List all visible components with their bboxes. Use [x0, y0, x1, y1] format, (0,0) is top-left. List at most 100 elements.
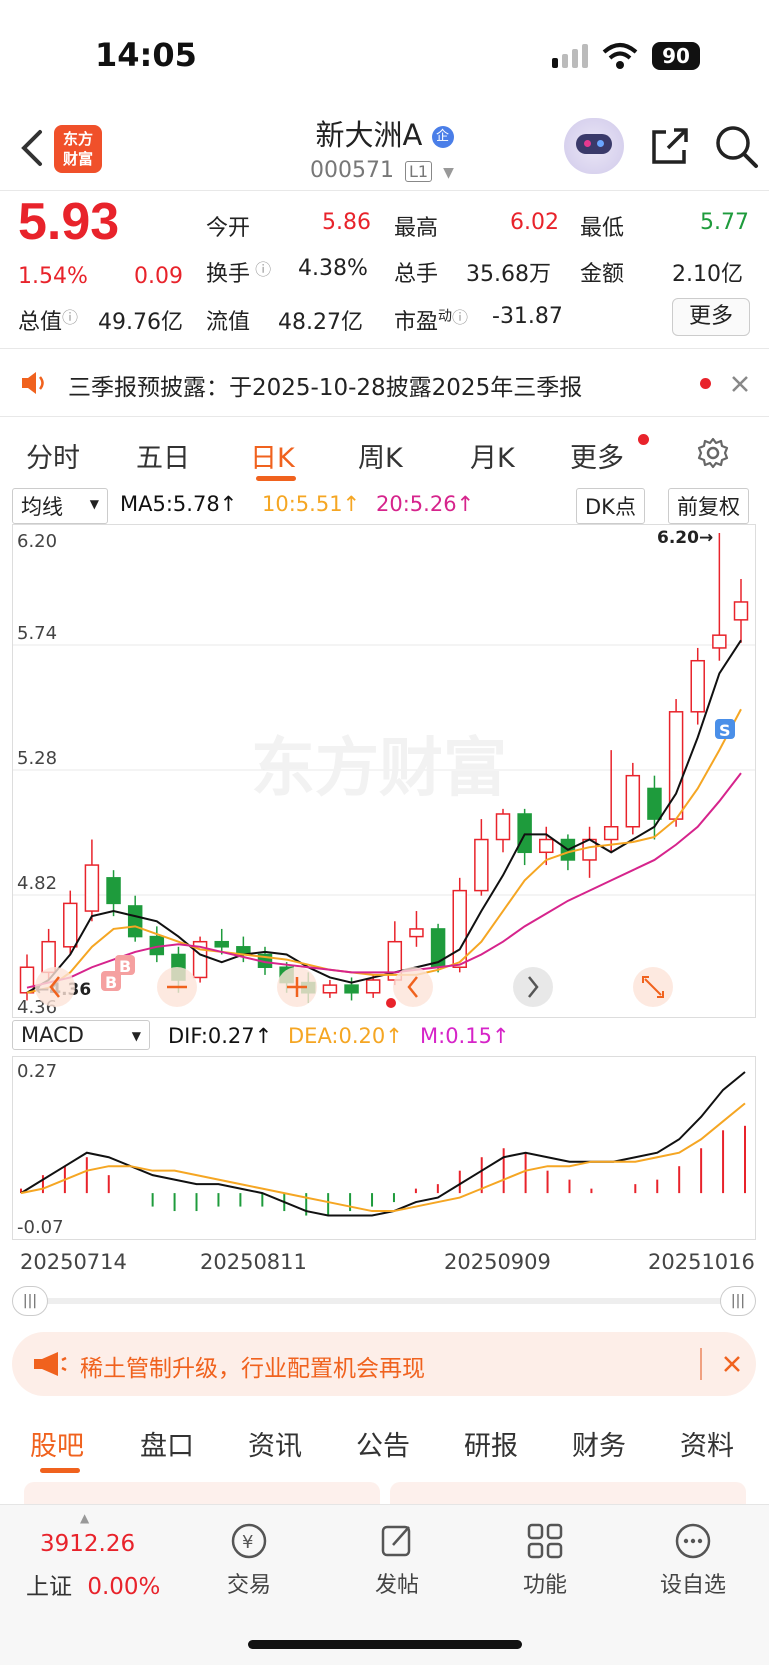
candle-body — [712, 634, 727, 649]
tab-more[interactable]: 更多 — [570, 436, 624, 475]
period-tabs: 分时 五日 日K 周K 月K 更多 — [0, 424, 769, 484]
notice-bar[interactable]: 三季报预披露：于2025-10-28披露2025年三季报 — [0, 352, 769, 414]
chart-watermark: 东方财富 — [251, 732, 507, 806]
range-slider[interactable]: ||| ||| — [12, 1286, 756, 1316]
pe-superscript: 动 — [438, 308, 453, 325]
ma10-label: 10:5.51↑ — [262, 492, 361, 516]
macd-select[interactable]: MACD ▼ — [12, 1020, 150, 1050]
candle-body — [106, 877, 121, 905]
candle-body — [344, 984, 359, 994]
turnover-value: 4.38% — [298, 256, 368, 281]
more-button[interactable]: 更多 — [672, 298, 750, 336]
stock-name: 新大洲A — [315, 118, 423, 152]
dea-label: DEA:0.20↑ — [288, 1024, 403, 1048]
candle-body — [127, 905, 143, 938]
dk-point-button[interactable]: DK点 — [576, 488, 645, 524]
adjust-button[interactable]: 前复权 — [668, 488, 749, 524]
share-icon[interactable] — [648, 126, 690, 168]
info-icon[interactable]: ⓘ — [452, 308, 468, 327]
volume-label: 总手 — [394, 262, 439, 287]
macd-y-tick: -0.07 — [17, 1217, 64, 1238]
date-tick: 20251016 — [648, 1250, 755, 1274]
ma-select[interactable]: 均线 ▼ — [12, 488, 108, 524]
yen-circle-icon: ¥ — [231, 1523, 267, 1559]
expand-up-icon[interactable]: ▲ — [80, 1511, 89, 1525]
svg-text:B: B — [105, 973, 117, 992]
candle-body — [409, 928, 424, 938]
candle-body — [365, 979, 381, 994]
fullscreen-icon[interactable] — [633, 967, 673, 1007]
date-tick: 20250714 — [20, 1250, 127, 1274]
tab-research[interactable]: 研报 — [464, 1424, 518, 1463]
high-value: 6.02 — [510, 210, 559, 235]
sell-marker[interactable]: S — [715, 719, 735, 740]
kline-chart[interactable]: 东方财富 6.20 5.74 5.28 4.82 4.36 6.20→ ←4.3… — [12, 524, 756, 1018]
tab-weekly-k[interactable]: 周K — [358, 436, 403, 475]
dif-label: DIF:0.27↑ — [168, 1024, 273, 1048]
post-button[interactable]: 发帖 — [342, 1521, 452, 1599]
tab-financials[interactable]: 财务 — [572, 1424, 626, 1463]
candle-body — [495, 813, 511, 841]
dropdown-arrow-icon: ▼ — [443, 165, 454, 181]
macd-chart[interactable]: 0.27 -0.07 — [12, 1056, 756, 1240]
assistant-avatar[interactable] — [564, 118, 624, 174]
tab-intraday[interactable]: 分时 — [26, 436, 80, 475]
candle-body — [322, 984, 338, 994]
function-button[interactable]: 功能 — [490, 1521, 600, 1599]
settings-gear-icon[interactable] — [696, 436, 730, 470]
trade-button[interactable]: ¥ 交易 — [194, 1521, 304, 1599]
svg-text:S: S — [719, 721, 731, 740]
enterprise-badge-icon: 企 — [431, 126, 454, 148]
zoom-out-button[interactable] — [157, 967, 197, 1007]
content-tabs: 股吧 盘口 资讯 公告 研报 财务 资料 — [0, 1410, 769, 1476]
slider-left-handle[interactable]: ||| — [12, 1286, 48, 1316]
tab-monthly-k[interactable]: 月K — [470, 436, 515, 475]
tab-news[interactable]: 资讯 — [248, 1424, 302, 1463]
active-tab-underline — [256, 476, 296, 481]
candle-body — [647, 787, 662, 820]
tab-profile[interactable]: 资料 — [680, 1424, 734, 1463]
promo-banner[interactable]: 稀土管制升级，行业配置机会再现 — [12, 1332, 756, 1396]
total-mv-label: 总值ⓘ — [18, 308, 79, 335]
tab-order-book[interactable]: 盘口 — [140, 1424, 194, 1463]
grid-icon — [527, 1523, 563, 1559]
svg-text:¥: ¥ — [242, 1532, 253, 1553]
candle-body — [690, 659, 705, 713]
candle-body — [63, 902, 78, 948]
tab-daily-k[interactable]: 日K — [250, 436, 295, 475]
candle-body — [214, 940, 229, 948]
amount-label: 金额 — [580, 262, 625, 287]
index-value[interactable]: 3912.26 — [40, 1531, 135, 1557]
y-tick-label: 6.20 — [17, 531, 57, 552]
close-icon[interactable] — [730, 374, 750, 394]
stock-code-row[interactable]: 000571 L1 ▼ — [310, 158, 454, 183]
banner-close-icon[interactable] — [722, 1354, 742, 1374]
tab-five-day[interactable]: 五日 — [136, 436, 190, 475]
turnover-label: 换手 ⓘ — [206, 260, 272, 287]
info-icon[interactable]: ⓘ — [250, 260, 271, 279]
add-watchlist-button[interactable]: 设自选 — [638, 1521, 748, 1599]
edit-icon — [381, 1525, 411, 1557]
macd-indicator-row: MACD ▼ DIF:0.27↑ DEA:0.20↑ M:0.15↑ — [0, 1020, 769, 1056]
content-tab-underline — [40, 1468, 80, 1473]
slider-right-handle[interactable]: ||| — [720, 1286, 756, 1316]
tab-guba[interactable]: 股吧 — [30, 1424, 84, 1463]
scroll-left-button[interactable] — [35, 967, 75, 1007]
info-icon[interactable]: ⓘ — [62, 308, 78, 327]
change-percent: 1.54% — [18, 264, 88, 289]
prev-button[interactable] — [393, 967, 433, 1007]
index-row[interactable]: 上证 0.00% — [26, 1567, 160, 1601]
max-price-label: 6.20→ — [657, 528, 713, 548]
next-button[interactable] — [513, 967, 553, 1007]
ma20-label: 20:5.26↑ — [376, 492, 475, 516]
buy-marker[interactable]: B — [115, 955, 135, 976]
event-dot[interactable] — [386, 998, 396, 1008]
candle-body — [625, 774, 641, 828]
search-icon[interactable] — [714, 124, 760, 170]
signal-icon — [552, 44, 588, 68]
notice-text: 三季报预披露：于2025-10-28披露2025年三季报 — [68, 375, 583, 401]
tab-announcements[interactable]: 公告 — [356, 1424, 410, 1463]
zoom-in-button[interactable] — [277, 967, 317, 1007]
banner-divider — [700, 1348, 702, 1380]
candle-body — [539, 838, 554, 854]
